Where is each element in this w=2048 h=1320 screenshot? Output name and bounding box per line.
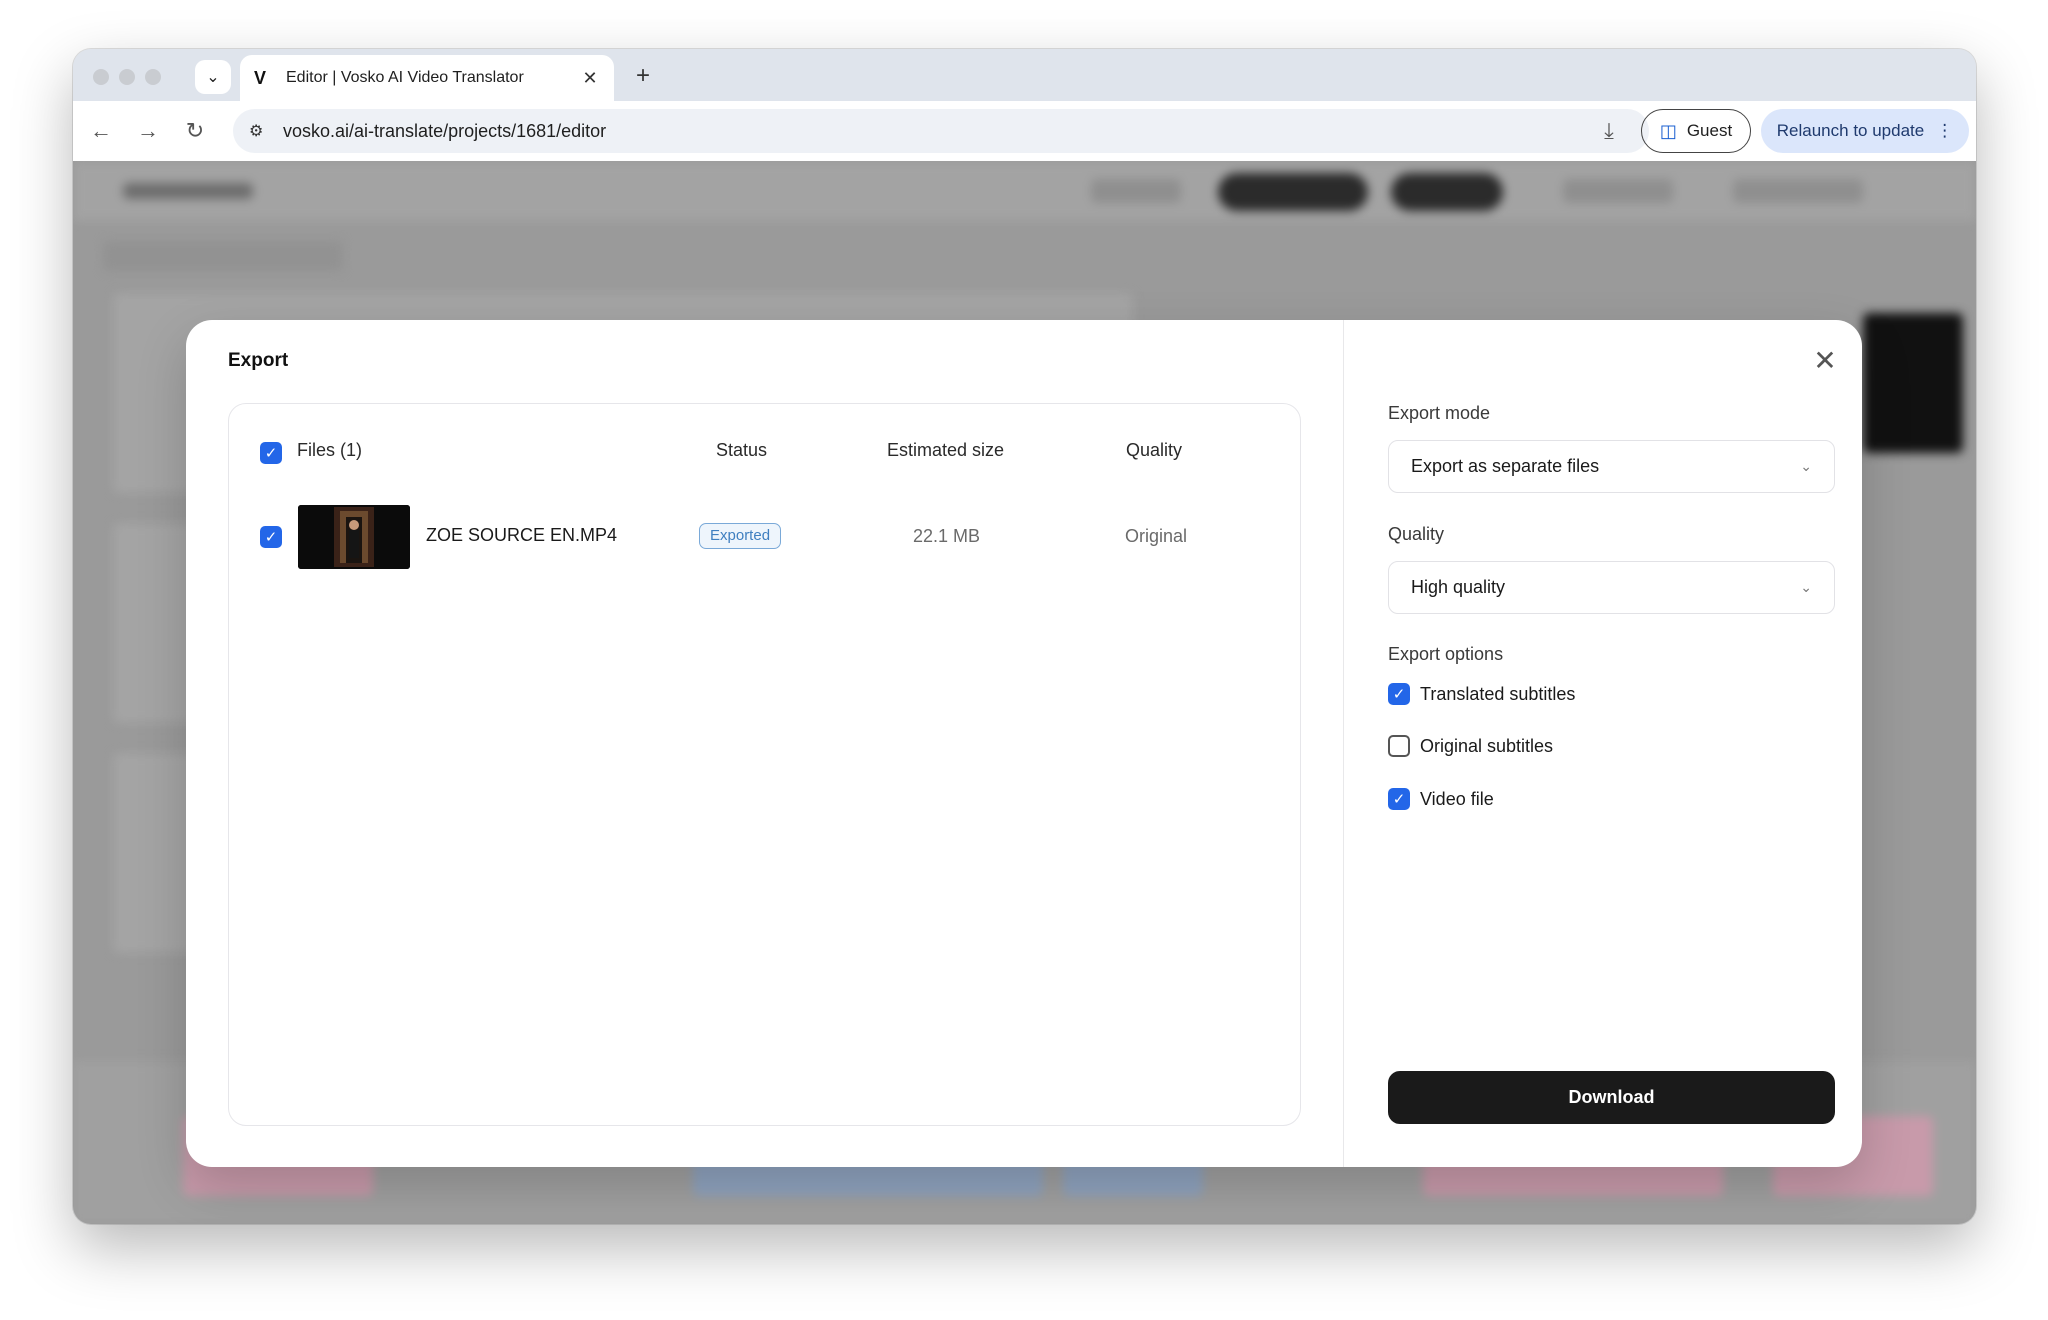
- close-tab-icon[interactable]: ✕: [580, 68, 600, 89]
- header-estimated-size: Estimated size: [887, 440, 1005, 460]
- option-original-subtitles[interactable]: Original subtitles: [1388, 735, 1553, 757]
- site-settings-icon[interactable]: ⚙: [249, 121, 269, 141]
- option-translated-subtitles[interactable]: ✓ Translated subtitles: [1388, 683, 1575, 705]
- video-thumbnail: [298, 505, 410, 569]
- downloads-icon[interactable]: ⤓: [1593, 115, 1625, 147]
- tab-strip: ⌄ V Editor | Vosko AI Video Translator ✕…: [73, 49, 1976, 101]
- checkbox-checked-icon[interactable]: ✓: [1388, 788, 1410, 810]
- quality-value: High quality: [1411, 577, 1506, 597]
- quality-label: Quality: [1388, 524, 1445, 544]
- relaunch-label: Relaunch to update: [1776, 121, 1925, 140]
- header-status: Status: [716, 440, 768, 460]
- guest-profile-button[interactable]: ◫ Guest: [1641, 109, 1751, 153]
- checkbox-checked-icon[interactable]: ✓: [1388, 683, 1410, 705]
- option-label: Video file: [1420, 788, 1494, 809]
- window-minimize-dot[interactable]: [119, 69, 135, 85]
- header-quality: Quality: [1126, 440, 1183, 460]
- modal-title: Export: [228, 350, 289, 371]
- vosko-logo-icon: V: [254, 67, 267, 88]
- export-settings-panel: ✕ Export mode Export as separate files ⌄…: [1344, 320, 1862, 1167]
- tab-search-button[interactable]: ⌄: [195, 60, 231, 94]
- export-files-panel: Export ✓ Files (1) Status Estimated size…: [186, 320, 1343, 1167]
- file-size: 22.1 MB: [913, 526, 981, 546]
- option-label: Translated subtitles: [1420, 683, 1576, 704]
- checkmark-icon: ✓: [260, 442, 282, 464]
- status-badge: Exported: [699, 523, 782, 549]
- tab-editor[interactable]: V Editor | Vosko AI Video Translator ✕: [240, 55, 614, 101]
- tab-title: Editor | Vosko AI Video Translator: [286, 69, 524, 86]
- option-video-file[interactable]: ✓ Video file: [1388, 788, 1494, 810]
- browser-window: ⌄ V Editor | Vosko AI Video Translator ✕…: [73, 49, 1976, 1224]
- editor-background: Export ✓ Files (1) Status Estimated size…: [73, 161, 1976, 1224]
- header-files: Files (1): [297, 440, 363, 460]
- export-mode-select[interactable]: Export as separate files ⌄: [1388, 440, 1835, 493]
- new-tab-icon[interactable]: +: [628, 61, 658, 91]
- export-options-label: Export options: [1388, 644, 1504, 664]
- guest-label: Guest: [1686, 121, 1733, 140]
- window-zoom-dot[interactable]: [145, 69, 161, 85]
- file-name: ZOE SOURCE EN.MP4: [426, 525, 618, 545]
- reload-icon[interactable]: ↻: [179, 115, 211, 147]
- relaunch-button[interactable]: Relaunch to update ⋮: [1761, 109, 1969, 153]
- select-all-checkbox[interactable]: ✓: [260, 442, 282, 464]
- browser-toolbar: ← → ↻ ⚙ vosko.ai/ai-translate/projects/1…: [73, 101, 1976, 161]
- download-button[interactable]: Download: [1388, 1071, 1835, 1124]
- files-table: ✓ Files (1) Status Estimated size Qualit…: [228, 403, 1301, 1126]
- export-mode-value: Export as separate files: [1411, 456, 1600, 476]
- export-mode-label: Export mode: [1388, 403, 1491, 423]
- back-icon[interactable]: ←: [85, 115, 117, 147]
- export-modal: Export ✓ Files (1) Status Estimated size…: [186, 320, 1862, 1167]
- checkbox-unchecked-icon[interactable]: [1388, 735, 1410, 757]
- profile-icon: ◫: [1659, 120, 1677, 141]
- thumbnail-image: [298, 505, 410, 569]
- chevron-down-icon: ⌄: [1800, 458, 1812, 474]
- quality-select[interactable]: High quality ⌄: [1388, 561, 1835, 614]
- chevron-down-icon: ⌄: [206, 69, 220, 86]
- chevron-down-icon: ⌄: [1800, 579, 1812, 595]
- file-quality: Original: [1125, 526, 1188, 546]
- url-text[interactable]: vosko.ai/ai-translate/projects/1681/edit…: [283, 121, 606, 142]
- window-close-dot[interactable]: [93, 69, 109, 85]
- address-bar[interactable]: ⚙ vosko.ai/ai-translate/projects/1681/ed…: [233, 109, 1649, 153]
- more-menu-icon: ⋮: [1936, 121, 1954, 140]
- option-label: Original subtitles: [1420, 735, 1554, 756]
- close-icon[interactable]: ✕: [1810, 346, 1840, 376]
- checkmark-icon: ✓: [260, 526, 282, 548]
- row-checkbox[interactable]: ✓: [260, 526, 282, 548]
- forward-icon[interactable]: →: [132, 115, 164, 147]
